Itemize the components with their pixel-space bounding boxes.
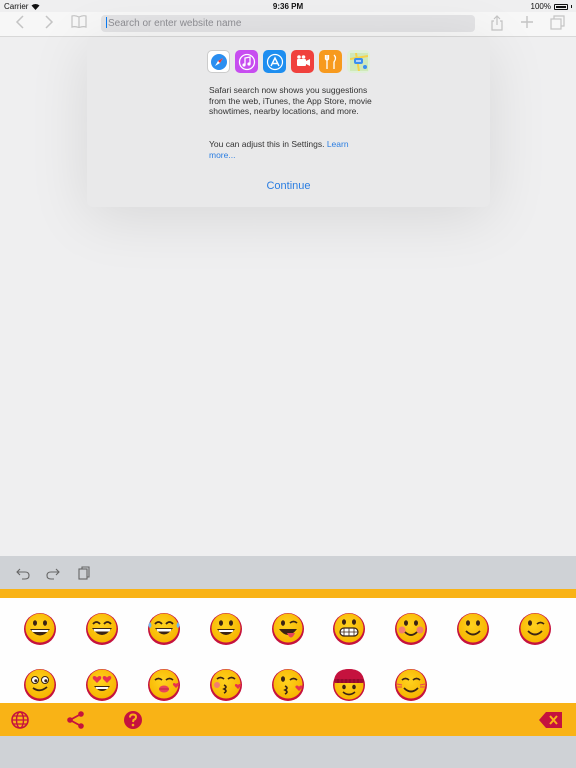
address-placeholder: Search or enter website name xyxy=(108,18,242,29)
beanie-face-emoji[interactable] xyxy=(332,668,366,702)
status-bar: Carrier 9:36 PM 100% xyxy=(0,0,576,12)
battery-percent: 100% xyxy=(530,2,551,11)
clock: 9:36 PM xyxy=(272,2,304,11)
tabs-button[interactable] xyxy=(548,15,566,33)
tears-of-joy-face-emoji[interactable] xyxy=(147,612,181,646)
goofy-face-emoji[interactable] xyxy=(23,668,57,702)
laughing-face-emoji[interactable] xyxy=(85,612,119,646)
clipboard-icon xyxy=(78,566,90,580)
continue-button[interactable]: Continue xyxy=(87,180,490,192)
plus-icon xyxy=(521,16,533,28)
share-nodes-icon xyxy=(67,711,84,729)
paste-button[interactable] xyxy=(77,566,91,580)
backspace-icon xyxy=(539,712,562,728)
redo-icon xyxy=(46,568,60,580)
tabs-icon xyxy=(549,15,565,30)
question-icon xyxy=(124,711,142,729)
grinning-face-emoji[interactable] xyxy=(23,612,57,646)
share-icon xyxy=(491,15,503,31)
safari-icon xyxy=(207,50,230,73)
new-tab-button[interactable] xyxy=(518,15,536,33)
heart-eyes-face-emoji[interactable] xyxy=(85,668,119,702)
maps-icon xyxy=(347,50,370,73)
redo-button[interactable] xyxy=(46,566,60,580)
blushing-face-emoji[interactable] xyxy=(394,612,428,646)
teeth-grin-face-emoji[interactable] xyxy=(332,612,366,646)
chevron-right-icon xyxy=(45,15,54,29)
app-store-icon xyxy=(263,50,286,73)
keyboard-footer xyxy=(0,736,576,768)
winking-tongue-face-emoji[interactable] xyxy=(271,612,305,646)
share-button[interactable] xyxy=(488,15,506,33)
back-button[interactable] xyxy=(11,15,29,33)
delete-button[interactable] xyxy=(538,710,564,730)
suggestions-message: Safari search now shows you suggestions … xyxy=(209,85,372,116)
bookmarks-button[interactable] xyxy=(70,15,88,33)
undo-icon xyxy=(16,568,30,580)
kissing-heart-face-emoji[interactable] xyxy=(209,668,243,702)
chevron-left-icon xyxy=(15,15,24,29)
settings-note: You can adjust this in Settings. Learn m… xyxy=(209,139,374,160)
search-suggestions-popover: Safari search now shows you suggestions … xyxy=(87,37,490,207)
movies-icon xyxy=(291,50,314,73)
undo-button[interactable] xyxy=(16,566,30,580)
help-button[interactable] xyxy=(123,710,143,730)
keyboard-bottom-bar xyxy=(0,703,576,736)
blowing-kiss-face-emoji[interactable] xyxy=(271,668,305,702)
itunes-icon xyxy=(235,50,258,73)
restaurants-icon xyxy=(319,50,342,73)
squinting-blush-face-emoji[interactable] xyxy=(394,668,428,702)
text-cursor xyxy=(106,17,107,28)
book-icon xyxy=(71,15,87,29)
forward-button[interactable] xyxy=(40,15,58,33)
app-icon-row xyxy=(207,50,370,73)
smiling-face-emoji[interactable] xyxy=(456,612,490,646)
battery-icon xyxy=(554,3,568,10)
globe-button[interactable] xyxy=(10,710,30,730)
settings-text: You can adjust this in Settings. xyxy=(209,139,327,149)
share-emoji-button[interactable] xyxy=(66,710,86,730)
winking-face-emoji[interactable] xyxy=(518,612,552,646)
keyboard-shortcut-bar xyxy=(0,556,576,589)
open-smile-face-emoji[interactable] xyxy=(209,612,243,646)
address-bar[interactable]: Search or enter website name xyxy=(101,15,475,32)
globe-icon xyxy=(11,711,29,729)
kissing-lips-face-emoji[interactable] xyxy=(147,668,181,702)
emoji-grid xyxy=(0,598,576,703)
browser-toolbar: Search or enter website name xyxy=(0,12,576,37)
keyboard-top-strip xyxy=(0,589,576,598)
